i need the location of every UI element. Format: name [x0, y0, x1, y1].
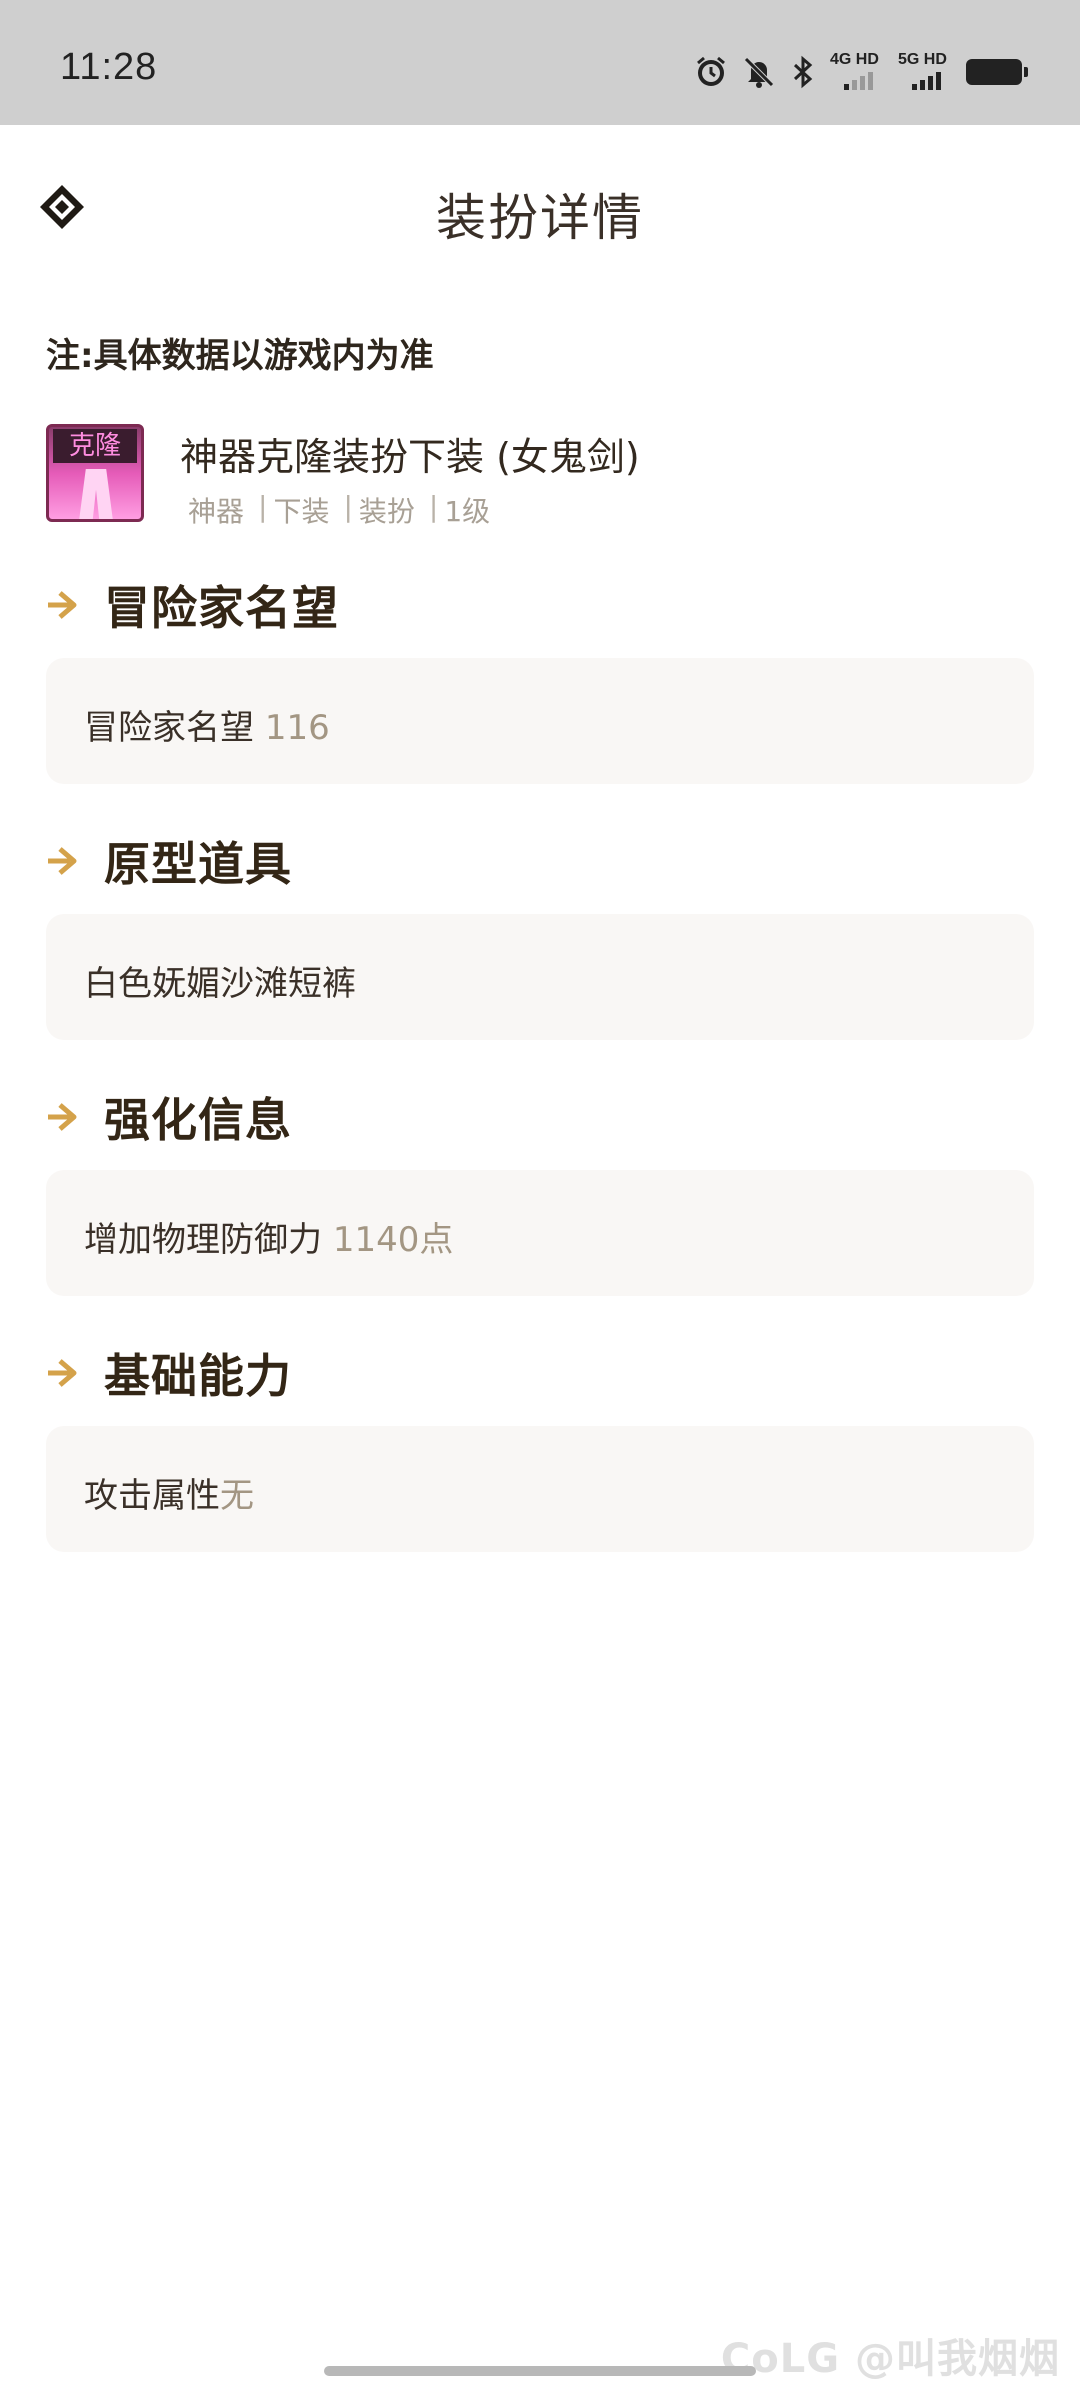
- section-header: 原型道具: [46, 828, 292, 894]
- bluetooth-icon: [793, 55, 813, 89]
- info-value: 1140点: [332, 1220, 454, 1260]
- item-name: 神器克隆装扮下装 (女鬼剑): [180, 435, 640, 479]
- section-title: 原型道具: [104, 837, 292, 891]
- status-bar: 11:28 4G HD 5G HD: [0, 0, 1080, 125]
- arrow-right-icon: [48, 591, 77, 619]
- section-header: 基础能力: [46, 1340, 292, 1406]
- item-tag: 下装: [273, 495, 330, 528]
- mute-bell-icon: [744, 57, 774, 88]
- signal-icon: 5G HD: [898, 52, 952, 92]
- item-tags: 神器 | 下装 | 装扮 | 1级: [188, 490, 491, 528]
- signal-icon: 4G HD: [830, 52, 884, 92]
- status-time: 11:28: [60, 46, 158, 88]
- section-title: 强化信息: [104, 1093, 292, 1147]
- item-icon-label: 克隆: [53, 429, 137, 463]
- info-text: 冒险家名望 116: [84, 700, 330, 749]
- info-card: 冒险家名望 116: [46, 658, 1034, 784]
- battery-icon: [966, 59, 1028, 85]
- arrow-right-icon: [48, 1359, 77, 1387]
- info-card: 白色妩媚沙滩短裤: [46, 914, 1034, 1040]
- info-text: 攻击属性无: [84, 1468, 254, 1517]
- item-tag: 神器: [188, 495, 245, 528]
- info-text: 白色妩媚沙滩短裤: [84, 956, 356, 1005]
- info-label: 白色妩媚沙滩短裤: [84, 964, 356, 1004]
- info-label: 增加物理防御力: [84, 1220, 333, 1260]
- item-icon: 克隆: [46, 424, 144, 522]
- info-card: 增加物理防御力 1140点: [46, 1170, 1034, 1296]
- info-label: 攻击属性: [84, 1476, 220, 1516]
- watermark: CoLG @叫我烟烟: [720, 2336, 1060, 2382]
- info-value: 无: [220, 1476, 254, 1516]
- disclaimer-note: 注:具体数据以游戏内为准: [46, 336, 434, 376]
- item-tag: 装扮: [358, 495, 415, 528]
- section-header: 强化信息: [46, 1084, 292, 1150]
- alarm-icon: [697, 56, 725, 86]
- info-text: 增加物理防御力 1140点: [84, 1212, 453, 1261]
- page-title: 装扮详情: [436, 189, 644, 247]
- section-title: 冒险家名望: [104, 581, 339, 635]
- arrow-right-icon: [48, 1103, 77, 1131]
- info-card: 攻击属性无: [46, 1426, 1034, 1552]
- home-indicator[interactable]: [324, 2366, 756, 2376]
- info-label: 冒险家名望: [84, 708, 265, 748]
- arrow-right-icon: [48, 847, 77, 875]
- item-tag: 1级: [444, 495, 491, 528]
- info-value: 116: [264, 708, 330, 748]
- section-header: 冒险家名望: [46, 572, 339, 638]
- section-title: 基础能力: [104, 1349, 292, 1403]
- status-icons: 4G HD 5G HD: [694, 52, 1028, 92]
